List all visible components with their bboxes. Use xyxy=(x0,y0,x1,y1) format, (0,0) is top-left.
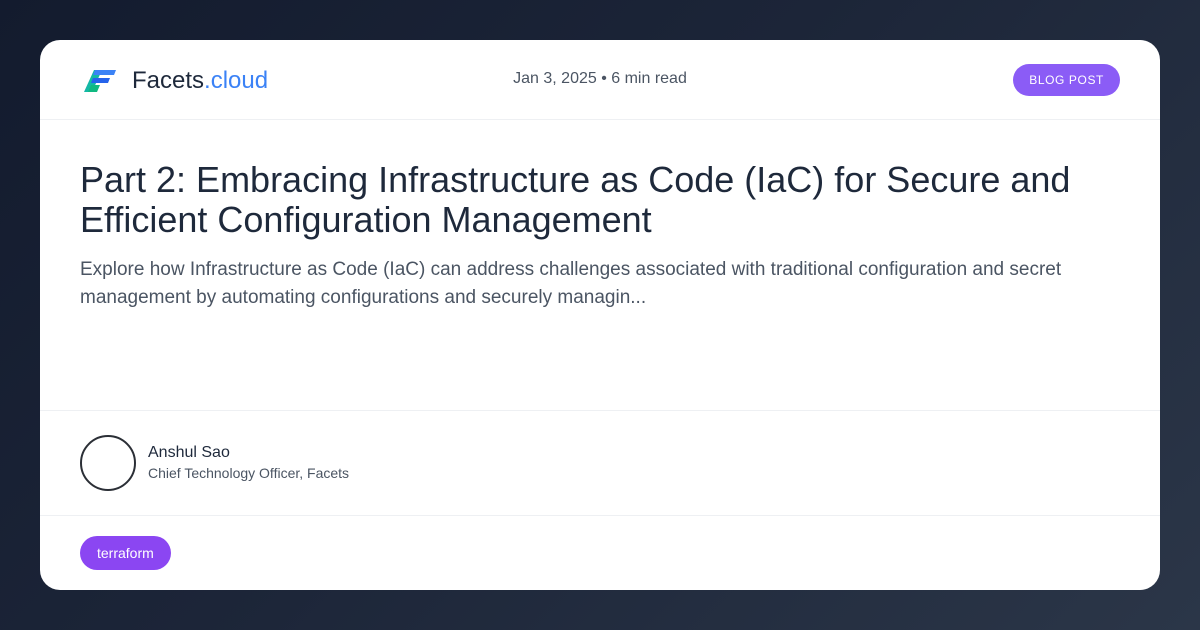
author-block: Anshul Sao Chief Technology Officer, Fac… xyxy=(80,435,349,491)
tag-terraform[interactable]: terraform xyxy=(80,536,171,570)
post-description: Explore how Infrastructure as Code (IaC)… xyxy=(80,259,1062,308)
divider xyxy=(40,410,1160,411)
author-name: Anshul Sao xyxy=(148,444,230,461)
post-type-badge: BLOG POST xyxy=(1013,64,1120,96)
author-info: Anshul Sao Chief Technology Officer, Fac… xyxy=(148,443,349,483)
divider xyxy=(40,515,1160,516)
post-title[interactable]: Part 2: Embracing Infrastructure as Code… xyxy=(80,160,1120,240)
card-header: Facets.cloud Jan 3, 2025 • 6 min read BL… xyxy=(40,40,1160,120)
blog-post-card[interactable]: Facets.cloud Jan 3, 2025 • 6 min read BL… xyxy=(40,40,1160,590)
post-meta: Jan 3, 2025 • 6 min read xyxy=(513,70,687,87)
avatar xyxy=(80,435,136,491)
author-role: Chief Technology Officer, Facets xyxy=(148,465,350,481)
